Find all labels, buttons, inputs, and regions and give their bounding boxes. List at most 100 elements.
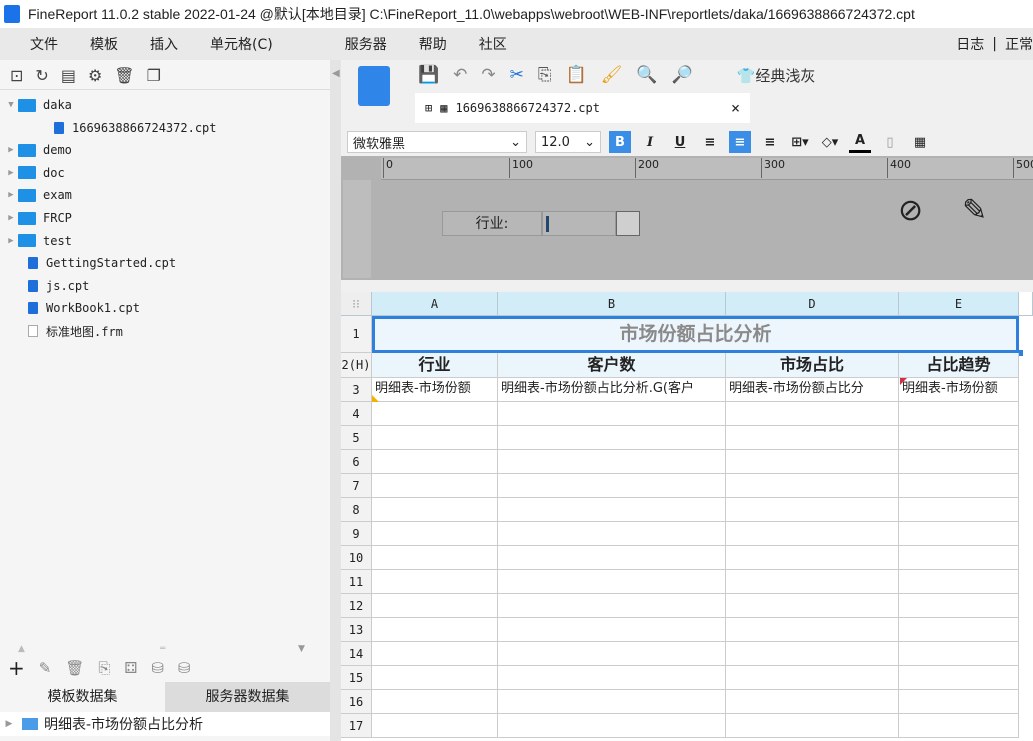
empty-cell[interactable] — [372, 402, 498, 426]
title-cell[interactable]: 市场份额占比分析 — [372, 316, 1019, 353]
empty-cell[interactable] — [372, 642, 498, 666]
paste-icon[interactable]: 📋 — [566, 65, 587, 85]
expand-icon[interactable]: ▶ — [2, 719, 16, 729]
tree-item[interactable]: ▶ test — [0, 230, 72, 252]
undo-icon[interactable]: ↶ — [453, 65, 467, 85]
settings-icon[interactable]: ⚙ — [88, 66, 102, 85]
select-all-corner[interactable]: ⁝⁝ — [341, 292, 372, 316]
hide-eye-icon[interactable]: ⊘ — [898, 193, 923, 228]
empty-cell[interactable] — [498, 666, 726, 690]
menu-server[interactable]: 服务器 — [329, 34, 403, 54]
empty-cell[interactable] — [726, 618, 899, 642]
empty-cell[interactable] — [899, 498, 1019, 522]
tree-item[interactable]: ▶ doc — [0, 162, 64, 184]
delete-icon[interactable]: 🗑 — [114, 66, 134, 85]
empty-cell[interactable] — [726, 522, 899, 546]
empty-cell[interactable] — [498, 714, 726, 738]
caret-right-icon[interactable]: ▶ — [4, 145, 18, 155]
tree-item[interactable]: 标准地图.frm — [0, 320, 123, 342]
empty-cell[interactable] — [899, 666, 1019, 690]
empty-cell[interactable] — [726, 714, 899, 738]
underline-button[interactable]: U — [669, 131, 691, 153]
add-dataset-icon[interactable]: + — [8, 656, 25, 680]
menu-insert[interactable]: 插入 — [134, 34, 194, 54]
status-normal[interactable]: 正常 — [1005, 34, 1033, 54]
edit-pencil-icon[interactable]: ✎ — [962, 193, 987, 228]
empty-cell[interactable] — [498, 570, 726, 594]
empty-cell[interactable] — [726, 426, 899, 450]
tab-server-datasets[interactable]: 服务器数据集 — [165, 682, 330, 712]
data-cell[interactable]: 明细表-市场份额占比分析.G(客户 — [498, 378, 726, 402]
row-header[interactable]: 12 — [341, 594, 372, 618]
column-header[interactable]: E — [899, 292, 1019, 316]
empty-cell[interactable] — [899, 594, 1019, 618]
header-cell[interactable]: 客户数 — [498, 353, 726, 378]
dropdown-widget-icon[interactable] — [616, 211, 640, 236]
tab-template-datasets[interactable]: 模板数据集 — [0, 682, 165, 712]
empty-cell[interactable] — [498, 426, 726, 450]
tree-item[interactable]: ▶ demo — [0, 139, 72, 161]
empty-cell[interactable] — [372, 426, 498, 450]
empty-cell[interactable] — [726, 666, 899, 690]
cut-icon[interactable]: ✂ — [510, 65, 524, 85]
menu-template[interactable]: 模板 — [74, 34, 134, 54]
header-cell[interactable]: 占比趋势 — [899, 353, 1019, 378]
caret-down-icon[interactable]: ▼ — [4, 100, 18, 110]
tree-item[interactable]: ▼ daka — [0, 94, 72, 116]
empty-cell[interactable] — [899, 426, 1019, 450]
copy-icon[interactable]: ⎘ — [538, 65, 552, 85]
row-header[interactable]: 10 — [341, 546, 372, 570]
empty-cell[interactable] — [498, 522, 726, 546]
row-header[interactable]: 6 — [341, 450, 372, 474]
row-header[interactable]: 13 — [341, 618, 372, 642]
close-tab-button[interactable]: × — [731, 99, 740, 117]
empty-cell[interactable] — [372, 474, 498, 498]
tree-item[interactable]: 1669638866724372.cpt — [0, 117, 217, 139]
empty-cell[interactable] — [498, 642, 726, 666]
empty-cell[interactable] — [899, 522, 1019, 546]
tree-item[interactable]: GettingStarted.cpt — [0, 252, 176, 274]
empty-cell[interactable] — [498, 402, 726, 426]
param-input[interactable] — [542, 211, 616, 236]
empty-cell[interactable] — [372, 546, 498, 570]
empty-cell[interactable] — [372, 714, 498, 738]
empty-cell[interactable] — [899, 570, 1019, 594]
designer-mode-icon[interactable] — [358, 66, 390, 106]
empty-cell[interactable] — [899, 474, 1019, 498]
empty-cell[interactable] — [372, 594, 498, 618]
header-cell[interactable]: 市场占比 — [726, 353, 899, 378]
log-button[interactable]: 日志 — [956, 34, 984, 54]
data-cell[interactable]: 明细表-市场份额占比分 — [726, 378, 899, 402]
scroll-down-icon[interactable]: ▼ — [298, 644, 305, 654]
grid-icon[interactable]: ▦ — [909, 131, 931, 153]
copy-icon[interactable]: ❐ — [147, 66, 161, 85]
header-cell[interactable]: 行业 — [372, 353, 498, 378]
splitter-handle[interactable]: ═ — [160, 644, 165, 654]
empty-cell[interactable] — [899, 690, 1019, 714]
empty-cell[interactable] — [372, 570, 498, 594]
empty-cell[interactable] — [726, 642, 899, 666]
empty-cell[interactable] — [498, 474, 726, 498]
empty-cell[interactable] — [372, 498, 498, 522]
empty-cell[interactable] — [899, 618, 1019, 642]
data-cell[interactable]: 明细表-市场份额 — [899, 378, 1019, 402]
data-cell[interactable]: 明细表-市场份额 — [372, 378, 498, 402]
database-remove-icon[interactable]: ⛁ — [178, 659, 191, 677]
empty-cell[interactable] — [372, 618, 498, 642]
align-right-icon[interactable]: ≡ — [759, 131, 781, 153]
caret-right-icon[interactable]: ▶ — [4, 168, 18, 178]
save-icon[interactable]: 💾 — [418, 65, 439, 85]
collapse-icon[interactable]: ◀ — [332, 68, 340, 79]
empty-cell[interactable] — [726, 498, 899, 522]
row-header[interactable]: 9 — [341, 522, 372, 546]
empty-cell[interactable] — [498, 498, 726, 522]
scroll-up-icon[interactable]: ▲ — [18, 644, 25, 654]
row-header[interactable]: 7 — [341, 474, 372, 498]
dataset-item[interactable]: ▶ 明细表-市场份额占比分析 — [0, 712, 330, 736]
menu-cell[interactable]: 单元格(C) — [194, 34, 289, 54]
empty-cell[interactable] — [372, 522, 498, 546]
refresh-icon[interactable]: ↻ — [35, 66, 48, 85]
empty-cell[interactable] — [726, 546, 899, 570]
empty-cell[interactable] — [899, 450, 1019, 474]
empty-cell[interactable] — [372, 450, 498, 474]
